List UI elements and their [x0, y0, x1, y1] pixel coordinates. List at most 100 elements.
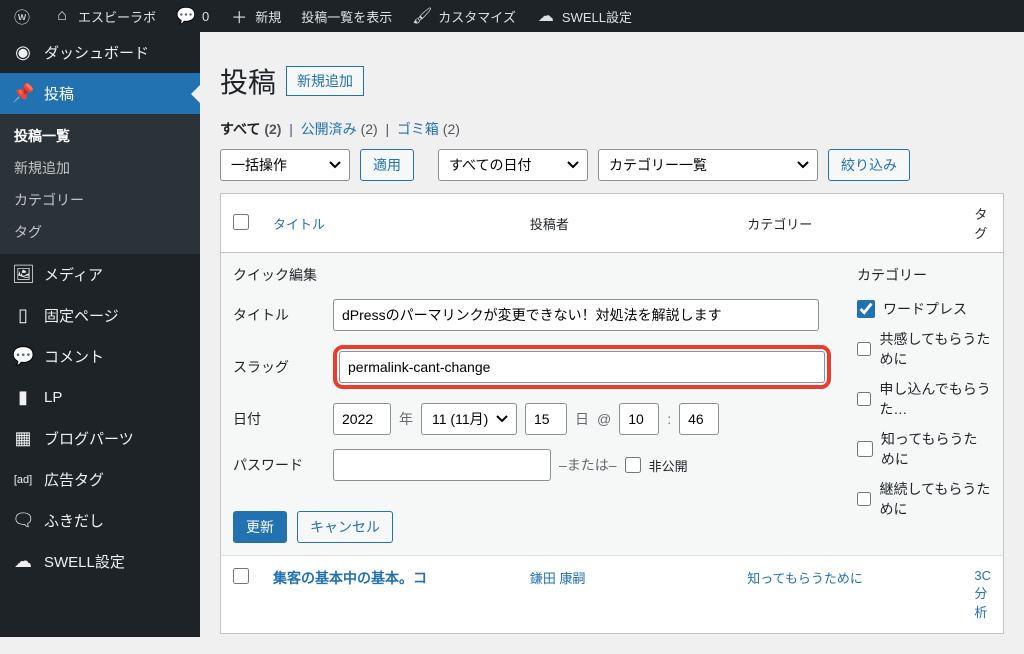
post-category-link[interactable]: 知ってもらうために: [747, 571, 863, 586]
cat-item-4: 継続してもらうために: [857, 479, 991, 519]
media-icon: 🖼: [12, 264, 34, 285]
date-label: 日付: [233, 409, 325, 429]
customize[interactable]: 🖌 カスタマイズ: [402, 0, 526, 32]
lp-icon: ▮: [12, 387, 34, 408]
cat-label-4: 継続してもらうために: [879, 479, 991, 519]
status-filter: すべて (2) | 公開済み (2) | ゴミ箱 (2): [220, 119, 1004, 139]
menu-swell[interactable]: ☁SWELL設定: [0, 541, 200, 582]
filter-published[interactable]: 公開済み (2): [301, 121, 378, 137]
private-label: 非公開: [649, 456, 688, 475]
page-title: 投稿: [220, 61, 276, 101]
menu-lp[interactable]: ▮ LP: [0, 377, 200, 418]
cancel-button[interactable]: キャンセル: [297, 511, 393, 543]
col-title[interactable]: タイトル: [273, 217, 325, 232]
swell-icon: ☁: [12, 551, 34, 572]
apply-button[interactable]: 適用: [360, 149, 414, 181]
menu-ad-tags[interactable]: [ad] 広告タグ: [0, 459, 200, 500]
day-input[interactable]: [525, 403, 567, 435]
menu-posts[interactable]: 📌 投稿: [0, 73, 200, 114]
menu-media-label: メディア: [44, 264, 103, 285]
menu-dashboard[interactable]: ◉ ダッシュボード: [0, 32, 200, 73]
hour-input[interactable]: [619, 403, 659, 435]
submenu-categories[interactable]: カテゴリー: [0, 184, 200, 216]
wp-logo[interactable]: ⓦ: [2, 0, 42, 32]
select-all-checkbox[interactable]: [233, 214, 249, 230]
submenu-all-posts[interactable]: 投稿一覧: [0, 120, 200, 152]
page-icon: ▯: [12, 305, 34, 326]
menu-dashboard-label: ダッシュボード: [44, 42, 149, 63]
cat-checkbox-1[interactable]: [857, 340, 871, 358]
post-tag-link[interactable]: 3C分析: [974, 568, 991, 620]
menu-blogparts-label: ブログパーツ: [44, 428, 134, 449]
quick-edit-row: クイック編集 タイトル スラッグ: [221, 253, 1004, 556]
menu-blog-parts[interactable]: ▦ ブログパーツ: [0, 418, 200, 459]
new-content[interactable]: ＋新規: [219, 0, 291, 32]
menu-lp-label: LP: [44, 389, 62, 406]
comments-count: 0: [202, 9, 209, 24]
cat-label-3: 知ってもらうために: [881, 429, 991, 469]
customize-label: カスタマイズ: [438, 7, 516, 26]
comment-icon: 💬: [12, 346, 34, 367]
wordpress-icon: ⓦ: [12, 6, 32, 26]
cat-label-1: 共感してもらうために: [879, 329, 991, 369]
or-separator: –または–: [559, 455, 617, 475]
home-icon: ⌂: [52, 6, 72, 26]
bulk-action-select[interactable]: 一括操作: [220, 149, 350, 181]
title-input[interactable]: [333, 299, 819, 331]
filter-all[interactable]: すべて (2): [220, 121, 281, 137]
pin-icon: 📌: [12, 83, 34, 104]
year-suffix: 年: [399, 409, 413, 429]
swell-label: SWELL設定: [562, 7, 632, 26]
add-new-button[interactable]: 新規追加: [286, 66, 364, 96]
balloon-icon: 🗨: [12, 510, 34, 531]
menu-adtags-label: 広告タグ: [44, 469, 104, 490]
filter-trash[interactable]: ゴミ箱 (2): [397, 121, 460, 137]
private-checkbox[interactable]: [625, 457, 641, 473]
view-posts[interactable]: 投稿一覧を表示: [291, 0, 402, 32]
menu-pages[interactable]: ▯固定ページ: [0, 295, 200, 336]
swell-settings-top[interactable]: ☁SWELL設定: [526, 0, 642, 32]
cat-checkbox-0[interactable]: [857, 300, 875, 318]
plus-icon: ＋: [229, 6, 249, 26]
category-legend: カテゴリー: [857, 265, 991, 285]
month-select[interactable]: 11 (11月): [421, 403, 517, 435]
category-filter-select[interactable]: カテゴリー一覧: [598, 149, 818, 181]
date-filter-select[interactable]: すべての日付: [438, 149, 588, 181]
year-input[interactable]: [333, 403, 391, 435]
cat-checkbox-3[interactable]: [857, 440, 873, 458]
menu-media[interactable]: 🖼 メディア: [0, 254, 200, 295]
cat-item-2: 申し込んでもらうた…: [857, 379, 991, 419]
admin-sidebar: ◉ ダッシュボード 📌 投稿 投稿一覧 新規追加 カテゴリー タグ 🖼 メディア ▯固…: [0, 32, 200, 637]
menu-balloon[interactable]: 🗨 ふきだし: [0, 500, 200, 541]
slug-input[interactable]: [339, 351, 825, 383]
comments-link[interactable]: 💬0: [166, 0, 219, 32]
site-link[interactable]: ⌂エスビーラボ: [42, 0, 166, 32]
update-button[interactable]: 更新: [233, 511, 287, 543]
password-input[interactable]: [333, 449, 551, 481]
row-checkbox[interactable]: [233, 568, 249, 584]
submenu-new-post[interactable]: 新規追加: [0, 152, 200, 184]
col-tags: タグ: [974, 207, 987, 241]
filter-button[interactable]: 絞り込み: [828, 149, 910, 181]
submenu-tags[interactable]: タグ: [0, 216, 200, 248]
menu-posts-label: 投稿: [44, 83, 74, 104]
day-suffix: 日: [575, 409, 589, 429]
grid-icon: ▦: [12, 428, 34, 449]
cat-checkbox-4[interactable]: [857, 490, 871, 508]
menu-comments[interactable]: 💬コメント: [0, 336, 200, 377]
menu-balloon-label: ふきだし: [44, 510, 104, 531]
post-author-link[interactable]: 鎌田 康嗣: [530, 571, 586, 586]
table-row: 集客の基本中の基本。コ 鎌田 康嗣 知ってもらうために 3C分析: [221, 556, 1004, 634]
dashboard-icon: ◉: [12, 42, 34, 63]
main-content: 投稿 新規追加 すべて (2) | 公開済み (2) | ゴミ箱 (2) 一括操…: [200, 0, 1024, 654]
posts-table: タイトル 投稿者 カテゴリー タグ クイック編集 タイトル: [220, 193, 1004, 634]
password-label: パスワード: [233, 455, 325, 475]
comment-icon: 💬: [176, 6, 196, 26]
col-author: 投稿者: [530, 217, 569, 232]
slug-highlight: [333, 345, 831, 389]
cat-checkbox-2[interactable]: [857, 390, 871, 408]
brush-icon: 🖌: [412, 6, 432, 26]
post-title-link[interactable]: 集客の基本中の基本。コ: [273, 570, 427, 586]
ad-icon: [ad]: [12, 474, 34, 486]
minute-input[interactable]: [679, 403, 719, 435]
